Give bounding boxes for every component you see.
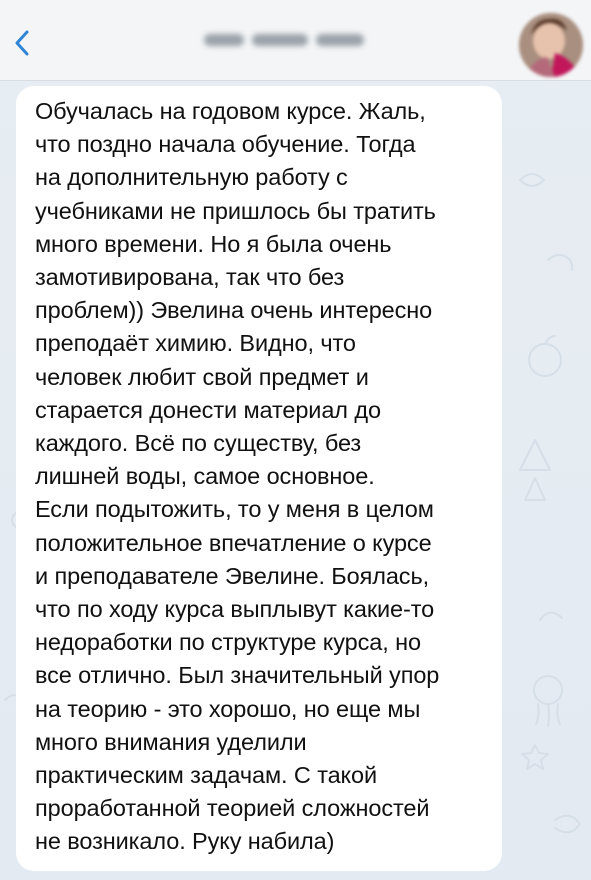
- jellyfish-tentacles-doodle: [535, 703, 561, 727]
- message-bubble[interactable]: Обучалась на годовом курсе. Жаль, что по…: [16, 86, 502, 871]
- fish-doodle-icon: [554, 814, 581, 834]
- tree-doodle-icon-2: [524, 477, 546, 501]
- contact-name-blurred[interactable]: [204, 31, 390, 49]
- message-text-line: преподаёт химию. Видно, что: [35, 330, 356, 357]
- message-text-line: практическим задачам. С такой: [35, 762, 378, 789]
- message-text-line: много внимания уделили: [35, 728, 307, 755]
- message-text-line: много времени. Но я была очень: [35, 230, 392, 257]
- message-text-line: лишней воды, самое основное.: [35, 463, 375, 490]
- chevron-left-icon: [15, 30, 29, 56]
- message-text-line: недоработки по структуре курса, но: [35, 629, 421, 656]
- message-text-line: не возникало. Руку набила): [35, 828, 335, 855]
- message-text-line: проработанной теорией сложностей: [35, 795, 430, 822]
- tree-doodle-icon: [519, 439, 551, 471]
- message-text-line: Если подытожить, то у меня в целом: [35, 496, 434, 523]
- apple-doodle-icon: [528, 343, 562, 377]
- message-text-line: человек любит свой предмет и: [35, 363, 369, 390]
- message-text-line: проблем)) Эвелина очень интересно: [35, 297, 433, 324]
- message-text-line: все отлично. Был значительный упор: [35, 662, 440, 689]
- blurred-name-segment: [204, 34, 244, 46]
- squiggle-doodle: [539, 611, 563, 621]
- chat-header: [0, 0, 591, 81]
- message-text-line: положительное впечатление о курсе: [35, 529, 432, 556]
- message-text-line: на теорию - это хорошо, но еще мы: [35, 695, 421, 722]
- contact-avatar[interactable]: [519, 13, 583, 77]
- jellyfish-doodle-icon: [533, 675, 563, 705]
- blurred-name-segment: [316, 34, 364, 46]
- message-text-line: и преподавателе Эвелине. Боялась,: [35, 562, 430, 589]
- blurred-name-segment: [252, 34, 308, 46]
- message-text-line: Обучалась на годовом курсе. Жаль,: [35, 98, 426, 124]
- message-text-line: замотивирована, так что без: [35, 264, 345, 291]
- message-text-line: учебниками не пришлось бы тратить: [35, 197, 436, 224]
- back-button[interactable]: [0, 20, 44, 66]
- message-text-line: каждого. Всё по существу, без: [35, 430, 362, 457]
- message-text-line: на дополнительную работу с: [35, 164, 348, 191]
- avatar-photo: [519, 13, 583, 77]
- arc-doodle: [547, 254, 574, 271]
- message-text-line: что поздно начала обучение. Тогда: [35, 131, 416, 158]
- message-text-line: старается донести материал до: [35, 396, 381, 423]
- message-text-line: что по ходу курса выплывут какие-то: [35, 596, 435, 623]
- apple-leaf-doodle: [544, 335, 556, 345]
- leaf-doodle-icon: [519, 173, 545, 187]
- star-doodle-icon: [521, 744, 549, 770]
